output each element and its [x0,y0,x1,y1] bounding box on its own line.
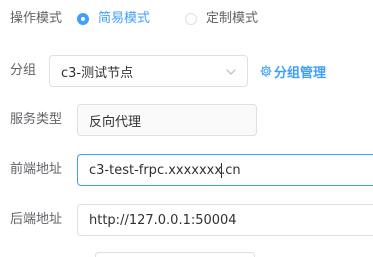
group-select-value: c3-测试节点 [61,65,134,81]
mode-row: 操作模式 简易模式 定制模式 [0,9,373,29]
node-form: 操作模式 简易模式 定制模式 分组 c3-测试节点 分组管理 服务类型 反向代理… [0,0,373,257]
backend-address-input[interactable]: http://127.0.0.1:50004 [77,204,373,236]
backend-row: 后端地址 http://127.0.0.1:50004 [0,204,373,236]
radio-simple-mode[interactable]: 简易模式 [77,9,150,29]
backend-label: 后端地址 [10,212,63,227]
group-select[interactable]: c3-测试节点 [49,55,248,87]
group-manage-link[interactable]: 分组管理 [260,61,326,81]
service-type-row: 服务类型 反向代理 [0,104,373,136]
group-row: 分组 c3-测试节点 分组管理 [0,55,373,87]
frontend-label: 前端地址 [10,162,63,177]
radio-custom-label: 定制模式 [206,11,259,26]
chevron-down-icon [226,69,236,75]
group-label: 分组 [10,63,37,78]
gear-icon [260,65,272,77]
radio-custom-mode[interactable]: 定制模式 [185,9,258,29]
group-manage-label: 分组管理 [274,65,327,81]
frontend-row: 前端地址 c3-test-frpc.xxxxxxx .cn [0,154,373,186]
service-type-value: 反向代理 [89,114,142,130]
frontend-address-input[interactable]: c3-test-frpc.xxxxxxx .cn [77,154,373,186]
frontend-value-before: c3-test-frpc.xxxxxxx [89,162,223,178]
mode-label: 操作模式 [10,11,63,26]
radio-simple-label: 简易模式 [98,11,151,26]
next-field-partial[interactable] [95,252,255,257]
frontend-value-after: .cn [221,162,241,178]
radio-unchecked-icon [185,13,197,25]
radio-checked-icon [77,13,89,25]
service-type-field: 反向代理 [77,104,257,136]
backend-value: http://127.0.0.1:50004 [89,212,237,228]
service-type-label: 服务类型 [10,112,63,127]
